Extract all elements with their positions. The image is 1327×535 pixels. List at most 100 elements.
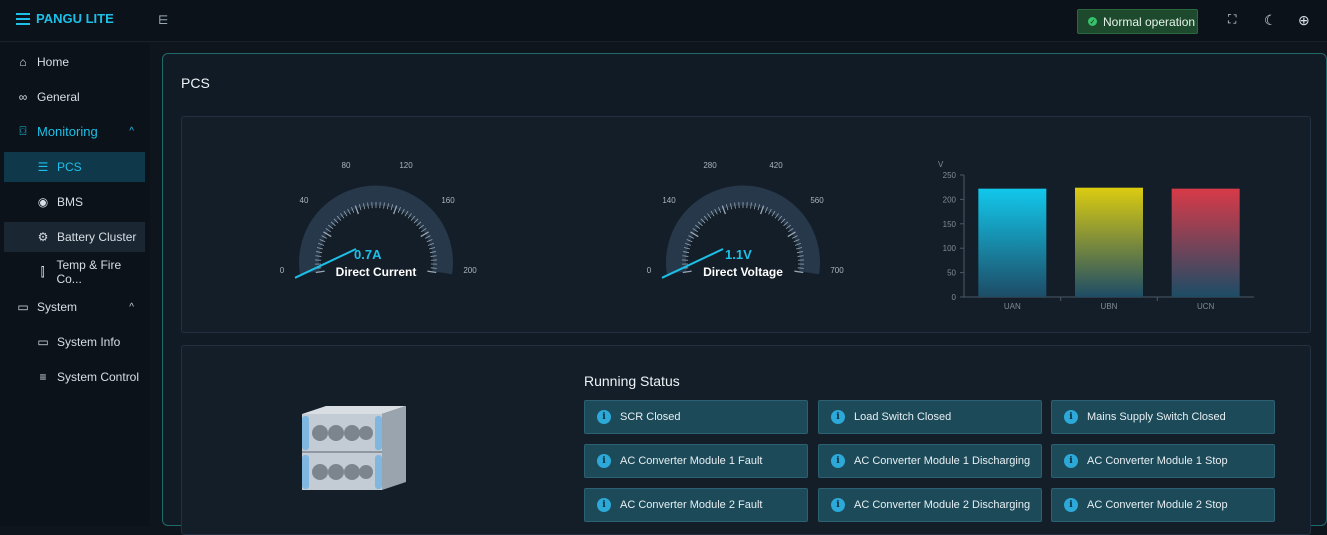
phase-voltage-bar-chart: V050100150200250UANUBNUCN [938, 160, 1254, 311]
status-item-label: AC Converter Module 1 Discharging [854, 455, 1030, 467]
gauge-tick-label: 280 [703, 161, 717, 170]
status-item: i AC Converter Module 2 Discharging [818, 488, 1042, 522]
y-tick-label: 50 [947, 269, 956, 278]
info-icon: i [831, 498, 845, 512]
sidebar-group-system[interactable]: ▭ System ^ [0, 292, 146, 322]
sidebar-item-label: Temp & Fire Co... [56, 258, 146, 286]
y-axis-unit: V [938, 160, 944, 169]
sidebar-item-system-info[interactable]: ▭ System Info [0, 327, 146, 357]
sidebar-item-system-control[interactable]: ≡ System Control [0, 362, 146, 392]
bar-ubn [1075, 188, 1143, 297]
info-icon: i [831, 410, 845, 424]
grid-icon: ∞ [16, 90, 30, 104]
gauge-tick-label: 120 [399, 161, 413, 170]
status-item: i Load Switch Closed [818, 400, 1042, 434]
status-item-label: AC Converter Module 1 Fault [620, 455, 762, 467]
gauge-value: 1.1V [725, 247, 752, 262]
y-tick-label: 150 [943, 220, 957, 229]
info-icon: i [597, 410, 611, 424]
status-item: iAC Converter Module 1 Stop [1051, 444, 1275, 478]
gauge-tick-label: 420 [769, 161, 783, 170]
gauge-tick-label: 200 [463, 266, 477, 275]
sidebar: ⌂ Home ∞ General ⌼ Monitoring ^ ☰ PCS ◉ … [0, 43, 150, 526]
app-logo[interactable]: PANGU LITE [16, 11, 114, 26]
thermometer-icon: ⫿ [36, 265, 49, 280]
sidebar-item-battery-cluster[interactable]: ⚙ Battery Cluster [4, 222, 145, 252]
status-label: Normal operation [1103, 15, 1195, 29]
sidebar-item-home[interactable]: ⌂ Home [0, 47, 146, 77]
chevron-up-icon: ^ [129, 126, 134, 137]
metrics-canvas: 0 40 80 120 160 200 0.7A Direct Current … [182, 117, 1312, 334]
info-icon: i [1064, 410, 1078, 424]
status-badge: ✓ Normal operation [1077, 9, 1198, 34]
gauge-tick-label: 700 [830, 266, 844, 275]
status-item: i AC Converter Module 1 Fault [584, 444, 808, 478]
sidebar-item-label: BMS [57, 195, 83, 209]
direct-current-gauge: 0 40 80 120 160 200 0.7A Direct Current [280, 161, 477, 279]
pcs-icon: ☰ [36, 160, 50, 174]
menu-icon [16, 13, 30, 25]
running-status-panel: Running Status i SCR Closed i Load Switch … [181, 345, 1311, 535]
status-item: i AC Converter Module 2 Stop [1051, 488, 1275, 522]
direct-voltage-gauge: 0 140 280 420 560 700 1.1V Direct Voltag… [647, 161, 844, 279]
info-icon: i [1064, 498, 1078, 512]
sidebar-item-label: System Control [57, 370, 139, 384]
info-icon: i [831, 454, 845, 468]
x-tick-label: UAN [1004, 302, 1021, 311]
fullscreen-icon[interactable]: ⛶ [1228, 12, 1236, 27]
monitoring-icon: ⌼ [16, 124, 30, 139]
sliders-icon: ≡ [36, 370, 50, 384]
status-item: i Mains Supply Switch Closed [1051, 400, 1275, 434]
system-icon: ▭ [16, 300, 30, 314]
sidebar-item-label: System Info [57, 335, 120, 349]
gauge-tick-label: 80 [342, 161, 351, 170]
status-item-label: SCR Closed [620, 411, 681, 423]
status-item: i SCR Closed [584, 400, 808, 434]
status-item: i AC Converter Module 1 Discharging [818, 444, 1042, 478]
sidebar-item-label: Battery Cluster [57, 230, 136, 244]
info-icon: i [597, 498, 611, 512]
sidebar-item-label: PCS [57, 160, 82, 174]
status-item-label: AC Converter Module 2 Stop [1087, 499, 1228, 511]
y-tick-label: 250 [943, 171, 957, 180]
gauge-tick-label: 160 [441, 196, 455, 205]
gauge-tick-label: 0 [280, 266, 285, 275]
status-item-label: AC Converter Module 1 Stop [1087, 455, 1228, 467]
gauge-tick [431, 268, 437, 269]
x-tick-label: UBN [1101, 302, 1118, 311]
status-item-label: AC Converter Module 2 Discharging [854, 499, 1030, 511]
app-title: PANGU LITE [36, 11, 114, 26]
top-bar: PANGU LITE ⋿ ✓ Normal operation ⛶ ☾ ⊕ [0, 0, 1327, 42]
sidebar-item-label: General [37, 90, 80, 104]
moon-icon[interactable]: ☾ [1264, 12, 1277, 29]
globe-icon[interactable]: ⊕ [1298, 12, 1310, 29]
status-item-label: Load Switch Closed [854, 411, 951, 423]
gauge-tick-label: 0 [647, 266, 652, 275]
gauge-tick-label: 560 [810, 196, 824, 205]
pcs-device-image [296, 404, 416, 494]
sidebar-item-bms[interactable]: ◉ BMS [0, 187, 146, 217]
battery-cluster-icon: ⚙ [36, 230, 50, 244]
sidebar-item-pcs[interactable]: ☰ PCS [4, 152, 145, 182]
gauge-tick-label: 40 [300, 196, 309, 205]
gauge-tick [798, 268, 804, 269]
main-content: PCS 0 40 80 120 160 200 0.7A Direct Curr… [162, 53, 1327, 526]
bms-icon: ◉ [36, 195, 50, 209]
sidebar-item-temp-fire[interactable]: ⫿ Temp & Fire Co... [0, 257, 146, 287]
x-tick-label: UCN [1197, 302, 1215, 311]
running-status-title: Running Status [584, 373, 680, 389]
bar-ucn [1172, 189, 1240, 297]
gauge-name: Direct Voltage [703, 265, 783, 279]
gauge-tick-label: 140 [662, 196, 676, 205]
sidebar-group-monitoring[interactable]: ⌼ Monitoring ^ [0, 116, 146, 146]
collapse-sidebar-icon[interactable]: ⋿ [158, 13, 168, 27]
sidebar-item-label: Monitoring [37, 124, 98, 139]
sidebar-item-general[interactable]: ∞ General [0, 82, 146, 112]
chevron-up-icon: ^ [129, 302, 134, 313]
metrics-panel: 0 40 80 120 160 200 0.7A Direct Current … [181, 116, 1311, 333]
home-icon: ⌂ [16, 55, 30, 69]
y-tick-label: 200 [943, 195, 957, 204]
status-item-label: Mains Supply Switch Closed [1087, 411, 1226, 423]
bar-uan [978, 189, 1046, 297]
info-icon: i [597, 454, 611, 468]
